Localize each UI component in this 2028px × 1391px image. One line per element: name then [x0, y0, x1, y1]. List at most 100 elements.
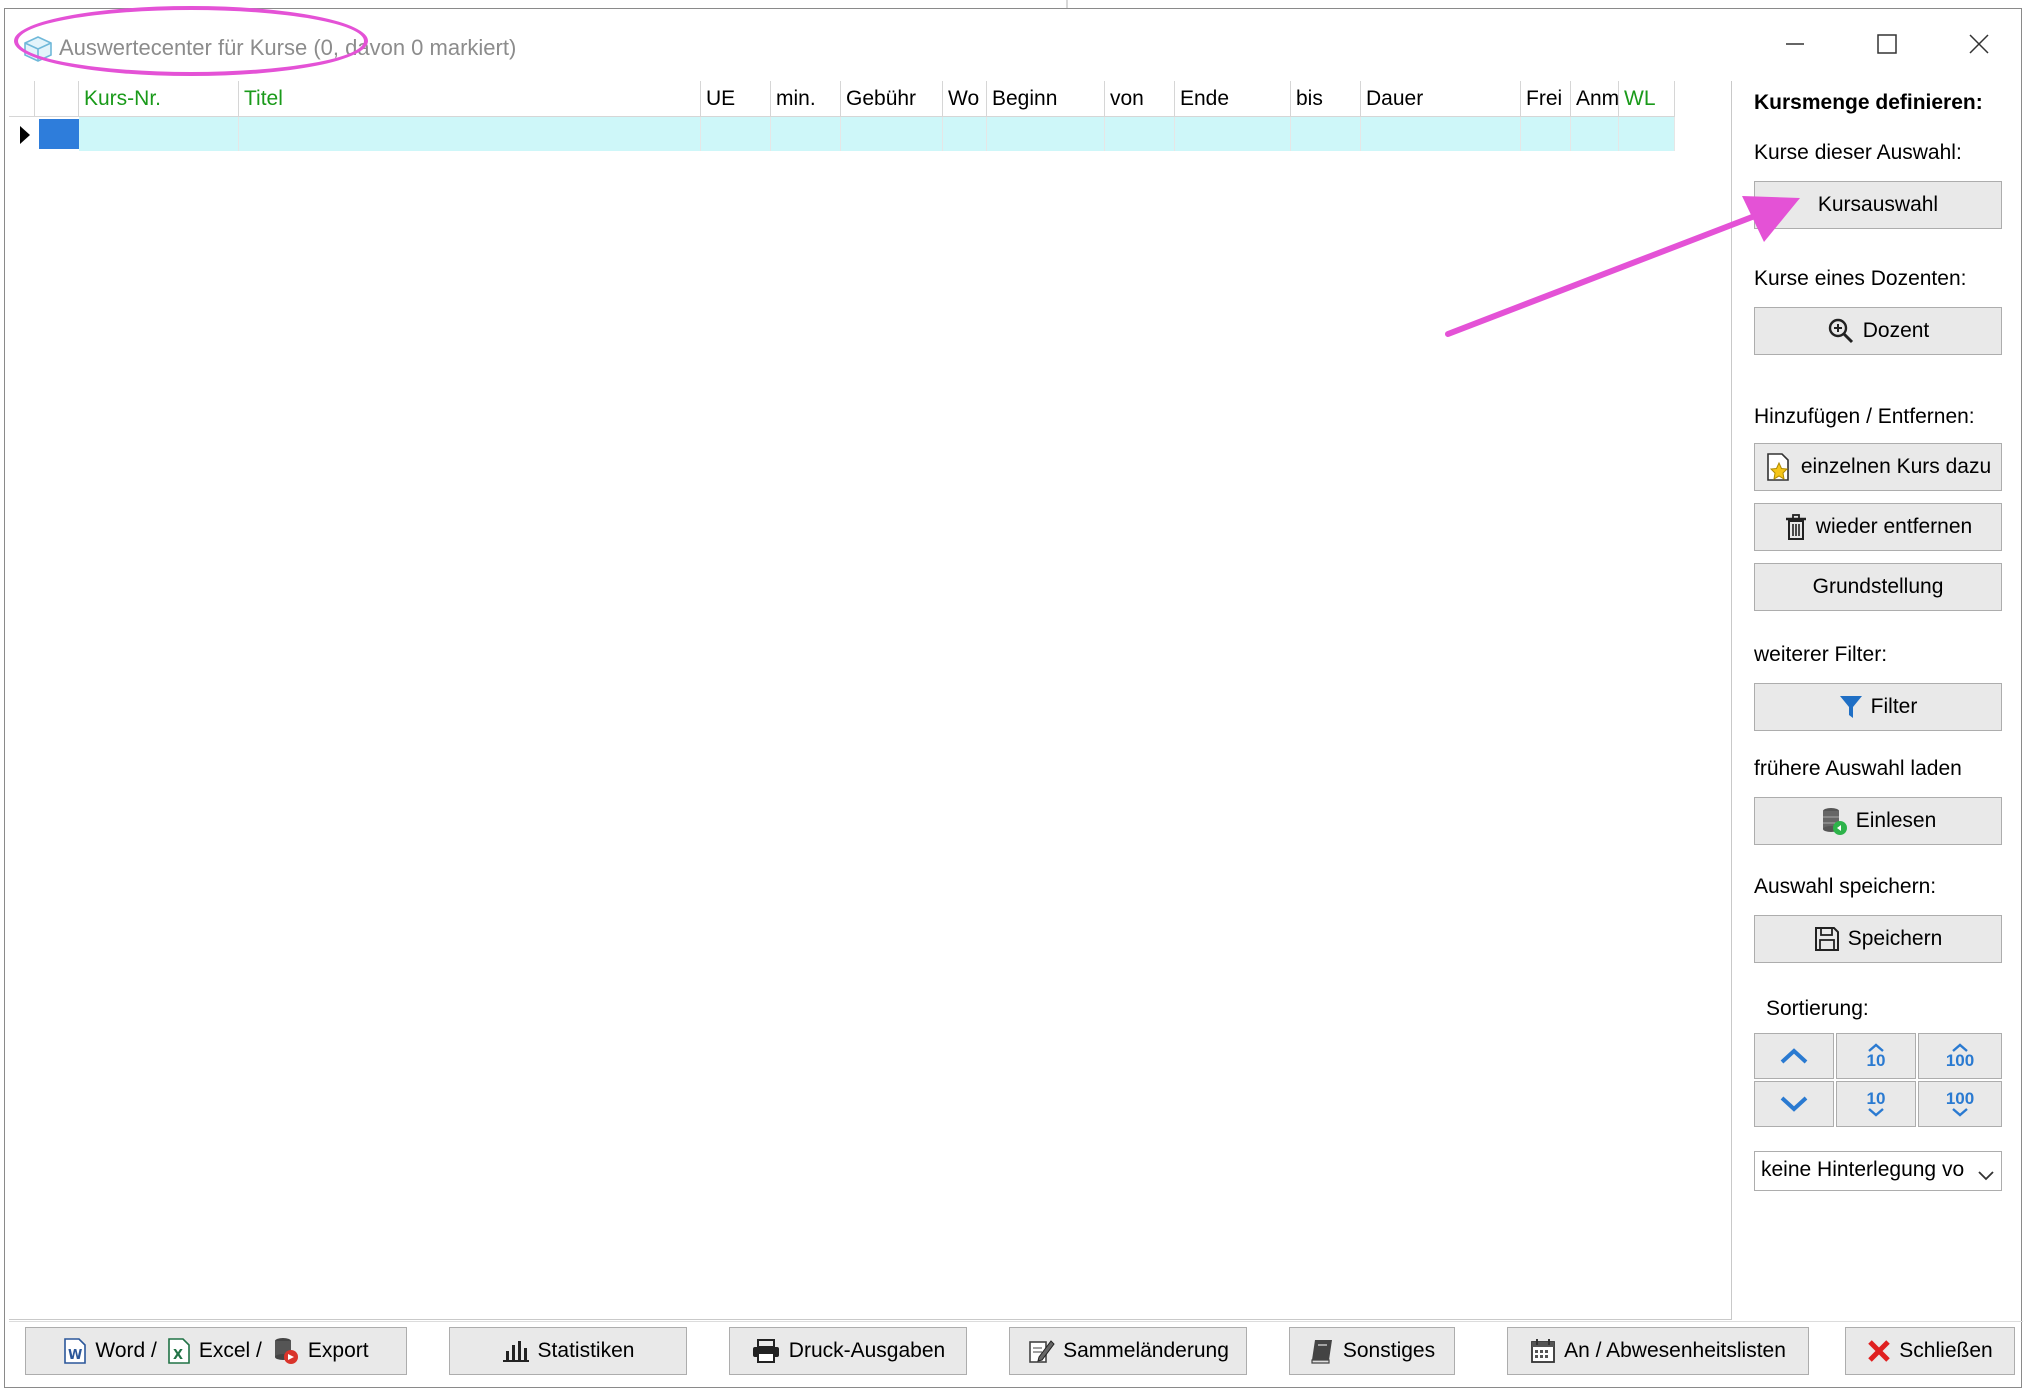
- load-button[interactable]: Einlesen: [1754, 797, 2002, 845]
- word-label: Word /: [95, 1339, 157, 1362]
- column-header[interactable]: Anm: [1571, 81, 1619, 117]
- add-remove-label: Hinzufügen / Entfernen:: [1754, 405, 1975, 428]
- course-grid[interactable]: Kurs-Nr. Titel UE min. Gebühr Wo Beginn von Ende…: [9, 81, 1732, 1320]
- chevron-down-icon: [1868, 1108, 1884, 1117]
- lecturer-button-label: Dozent: [1862, 319, 1930, 342]
- export-label: Export: [307, 1339, 369, 1362]
- filter-button-label: Filter: [1870, 695, 1918, 718]
- deposit-combo[interactable]: keine Hinterlegung vo: [1754, 1151, 2002, 1191]
- close-window-button[interactable]: [1949, 21, 2009, 67]
- sort-down-button[interactable]: [1754, 1081, 1834, 1127]
- table-cell[interactable]: [1571, 117, 1619, 151]
- chevron-down-icon: [1973, 1160, 1995, 1190]
- sort-up-10-button[interactable]: 10: [1836, 1033, 1916, 1079]
- sort-down-100-button[interactable]: 100: [1918, 1081, 2002, 1127]
- column-header[interactable]: Dauer: [1361, 81, 1521, 117]
- column-header[interactable]: Gebühr: [841, 81, 943, 117]
- load-button-label: Einlesen: [1855, 809, 1937, 832]
- filter-label: weiterer Filter:: [1754, 643, 1888, 666]
- course-selection-label: Kursauswahl: [1817, 193, 1939, 216]
- column-header[interactable]: Titel: [239, 81, 701, 117]
- sort-up-button[interactable]: [1754, 1033, 1834, 1079]
- floppy-disk-icon: [1814, 926, 1840, 952]
- export-button[interactable]: W Word / X Excel / Export: [25, 1327, 407, 1375]
- svg-text:X: X: [173, 1348, 183, 1363]
- sort-down-10-button[interactable]: 10: [1836, 1081, 1916, 1127]
- zoom-icon: [1827, 317, 1855, 345]
- sort-up-100-button[interactable]: 100: [1918, 1033, 2002, 1079]
- column-header[interactable]: von: [1105, 81, 1175, 117]
- table-cell[interactable]: [239, 117, 701, 151]
- attendance-button[interactable]: An / Abwesenheitslisten: [1507, 1327, 1809, 1375]
- table-cell[interactable]: [771, 117, 841, 151]
- save-label: Auswahl speichern:: [1754, 875, 1937, 898]
- panel-heading: Kursmenge definieren:: [1754, 91, 1983, 114]
- close-icon: [1969, 34, 1989, 54]
- attendance-label: An / Abwesenheitslisten: [1564, 1339, 1786, 1362]
- filter-button[interactable]: Filter: [1754, 683, 2002, 731]
- column-header[interactable]: Ende: [1175, 81, 1291, 117]
- course-selection-button[interactable]: Kursauswahl: [1754, 181, 2002, 229]
- excel-icon: X: [167, 1337, 191, 1365]
- column-header[interactable]: bis: [1291, 81, 1361, 117]
- title-bar: Auswertecenter für Kurse (0, davon 0 mar…: [5, 9, 2021, 71]
- misc-label: Sonstiges: [1342, 1339, 1436, 1362]
- bar-chart-icon: [502, 1339, 530, 1363]
- table-cell[interactable]: [1619, 117, 1675, 151]
- table-cell[interactable]: [841, 117, 943, 151]
- database-load-icon: [1820, 806, 1848, 836]
- table-cell[interactable]: [1175, 117, 1291, 151]
- add-course-icon: [1765, 452, 1793, 482]
- misc-button[interactable]: Sonstiges: [1289, 1327, 1455, 1375]
- add-course-button[interactable]: einzelnen Kurs dazu: [1754, 443, 2002, 491]
- table-cell[interactable]: [943, 117, 987, 151]
- column-header[interactable]: WL: [1619, 81, 1675, 117]
- column-header[interactable]: Wo: [943, 81, 987, 117]
- column-header[interactable]: Kurs-Nr.: [79, 81, 239, 117]
- svg-text:W: W: [68, 1348, 82, 1363]
- bulk-edit-button[interactable]: Sammeländerung: [1009, 1327, 1247, 1375]
- save-button-label: Speichern: [1847, 927, 1943, 950]
- statistics-button[interactable]: Statistiken: [449, 1327, 687, 1375]
- funnel-icon: [1839, 694, 1863, 720]
- column-header[interactable]: Beginn: [987, 81, 1105, 117]
- table-cell[interactable]: [1105, 117, 1175, 151]
- row-selector-cell[interactable]: [39, 119, 79, 149]
- sort-down-10-label: 10: [1866, 1089, 1886, 1108]
- calendar-icon: [1530, 1338, 1556, 1364]
- save-button[interactable]: Speichern: [1754, 915, 2002, 963]
- table-cell[interactable]: [1291, 117, 1361, 151]
- table-cell[interactable]: [701, 117, 771, 151]
- print-button[interactable]: Druck-Ausgaben: [729, 1327, 967, 1375]
- print-label: Druck-Ausgaben: [788, 1339, 946, 1362]
- chevron-up-icon: [1780, 1048, 1808, 1064]
- column-header[interactable]: Frei: [1521, 81, 1571, 117]
- sort-up-10-label: 10: [1866, 1051, 1886, 1070]
- table-cell[interactable]: [79, 117, 239, 151]
- bulk-edit-label: Sammeländerung: [1063, 1339, 1229, 1362]
- main-window: Auswertecenter für Kurse (0, davon 0 mar…: [4, 8, 2023, 1388]
- row-header-corner: [9, 81, 35, 117]
- remove-course-button[interactable]: wieder entfernen: [1754, 503, 2002, 551]
- sort-down-100-label: 100: [1945, 1089, 1975, 1108]
- trash-icon: [1784, 513, 1808, 541]
- minimize-icon: [1786, 43, 1804, 45]
- table-cell[interactable]: [1361, 117, 1521, 151]
- top-edge-line: [1066, 0, 1068, 8]
- lecturer-button[interactable]: Dozent: [1754, 307, 2002, 355]
- export-icon: [272, 1336, 300, 1366]
- close-button[interactable]: Schließen: [1845, 1327, 2015, 1375]
- sort-up-100-label: 100: [1945, 1051, 1975, 1070]
- maximize-button[interactable]: [1857, 21, 1917, 67]
- footer-separator: [9, 1321, 2023, 1322]
- table-cell[interactable]: [987, 117, 1105, 151]
- reset-button[interactable]: Grundstellung: [1754, 563, 2002, 611]
- sort-label: Sortierung:: [1766, 997, 1869, 1020]
- column-header[interactable]: UE: [701, 81, 771, 117]
- column-header[interactable]: min.: [771, 81, 841, 117]
- close-label: Schließen: [1899, 1339, 1993, 1362]
- minimize-button[interactable]: [1765, 21, 1825, 67]
- table-cell[interactable]: [1521, 117, 1571, 151]
- printer-icon: [751, 1338, 781, 1364]
- edit-icon: [1027, 1337, 1055, 1365]
